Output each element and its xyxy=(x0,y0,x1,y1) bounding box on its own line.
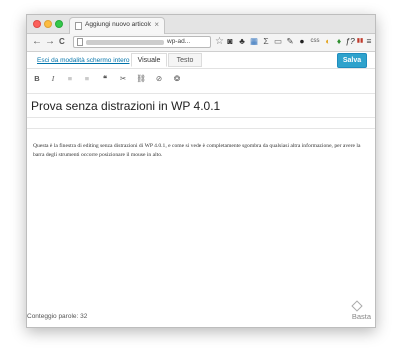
close-window-button[interactable] xyxy=(33,20,41,28)
basta-logo-icon xyxy=(351,300,363,312)
post-content[interactable]: Questa è la finestra di editing senza di… xyxy=(33,142,369,160)
forward-button[interactable]: → xyxy=(45,36,55,48)
extension-icon-7[interactable]: ● xyxy=(297,36,307,47)
reload-button[interactable]: C xyxy=(59,36,65,48)
browser-toolbar: ← → C wp-ad... ☆ ◙ ♣ ▦ Σ ▭ ✎ ● css ◐ ♦ ƒ… xyxy=(27,34,375,52)
post-title-field[interactable]: Prova senza distrazioni in WP 4.0.1 xyxy=(27,93,375,118)
extension-icon-2[interactable]: ♣ xyxy=(237,36,247,47)
help-icon[interactable]: ❂ xyxy=(171,73,183,85)
bookmark-star-icon[interactable]: ☆ xyxy=(215,36,224,47)
insert-link-icon[interactable]: ⛓ xyxy=(135,73,147,85)
extension-icon-10[interactable]: ♦ xyxy=(334,36,344,47)
exit-fullscreen-link[interactable]: Esci da modalità schermo intero xyxy=(37,57,130,64)
tab-text[interactable]: Testo xyxy=(168,53,202,67)
page-icon xyxy=(77,38,83,46)
bold-icon[interactable]: B xyxy=(31,73,43,85)
unlink-icon[interactable]: ⊘ xyxy=(153,73,165,85)
page-favicon-icon xyxy=(75,22,82,30)
extension-icon-1[interactable]: ◙ xyxy=(225,36,235,47)
back-button[interactable]: ← xyxy=(32,36,42,48)
extension-icon-5[interactable]: ▭ xyxy=(273,36,283,47)
extension-icon-12[interactable]: ▮▮ xyxy=(356,36,364,47)
extension-icon-4[interactable]: Σ xyxy=(261,36,271,47)
more-tag-icon[interactable]: ✂ xyxy=(117,73,129,85)
extension-icon-css[interactable]: css xyxy=(308,36,322,47)
word-count: Conteggio parole: 32 xyxy=(27,313,88,320)
divider xyxy=(27,68,375,69)
bullet-list-icon[interactable]: ≡ xyxy=(64,73,76,85)
watermark-text: Basta xyxy=(351,312,371,321)
extension-icon-6[interactable]: ✎ xyxy=(285,36,295,47)
numbered-list-icon[interactable]: ≡ xyxy=(81,73,93,85)
tab-title: Aggiungi nuovo articolo xyxy=(85,21,151,28)
tab-strip: Aggiungi nuovo articolo × xyxy=(27,15,375,34)
zoom-window-button[interactable] xyxy=(55,20,63,28)
menu-icon[interactable]: ≡ xyxy=(365,36,373,47)
extension-icon-3[interactable]: ▦ xyxy=(249,36,259,47)
browser-window: Aggiungi nuovo articolo × ← → C wp-ad...… xyxy=(26,14,376,328)
address-bar[interactable]: wp-ad... ☆ xyxy=(73,36,224,48)
browser-tab[interactable]: Aggiungi nuovo articolo × xyxy=(69,17,165,34)
tab-visual[interactable]: Visuale xyxy=(131,53,167,67)
extension-icon-9[interactable]: ◐ xyxy=(323,36,333,47)
post-title: Prova senza distrazioni in WP 4.0.1 xyxy=(31,99,221,113)
url-redacted xyxy=(86,40,164,45)
save-button[interactable]: Salva xyxy=(337,53,367,68)
tab-close-icon[interactable]: × xyxy=(154,20,159,29)
blockquote-icon[interactable]: ❝ xyxy=(99,73,111,85)
url-text: wp-ad... xyxy=(167,38,191,45)
extension-icon-11[interactable]: ƒ? xyxy=(345,36,355,47)
minimize-window-button[interactable] xyxy=(44,20,52,28)
italic-icon[interactable]: I xyxy=(47,73,59,85)
divider xyxy=(27,128,375,129)
